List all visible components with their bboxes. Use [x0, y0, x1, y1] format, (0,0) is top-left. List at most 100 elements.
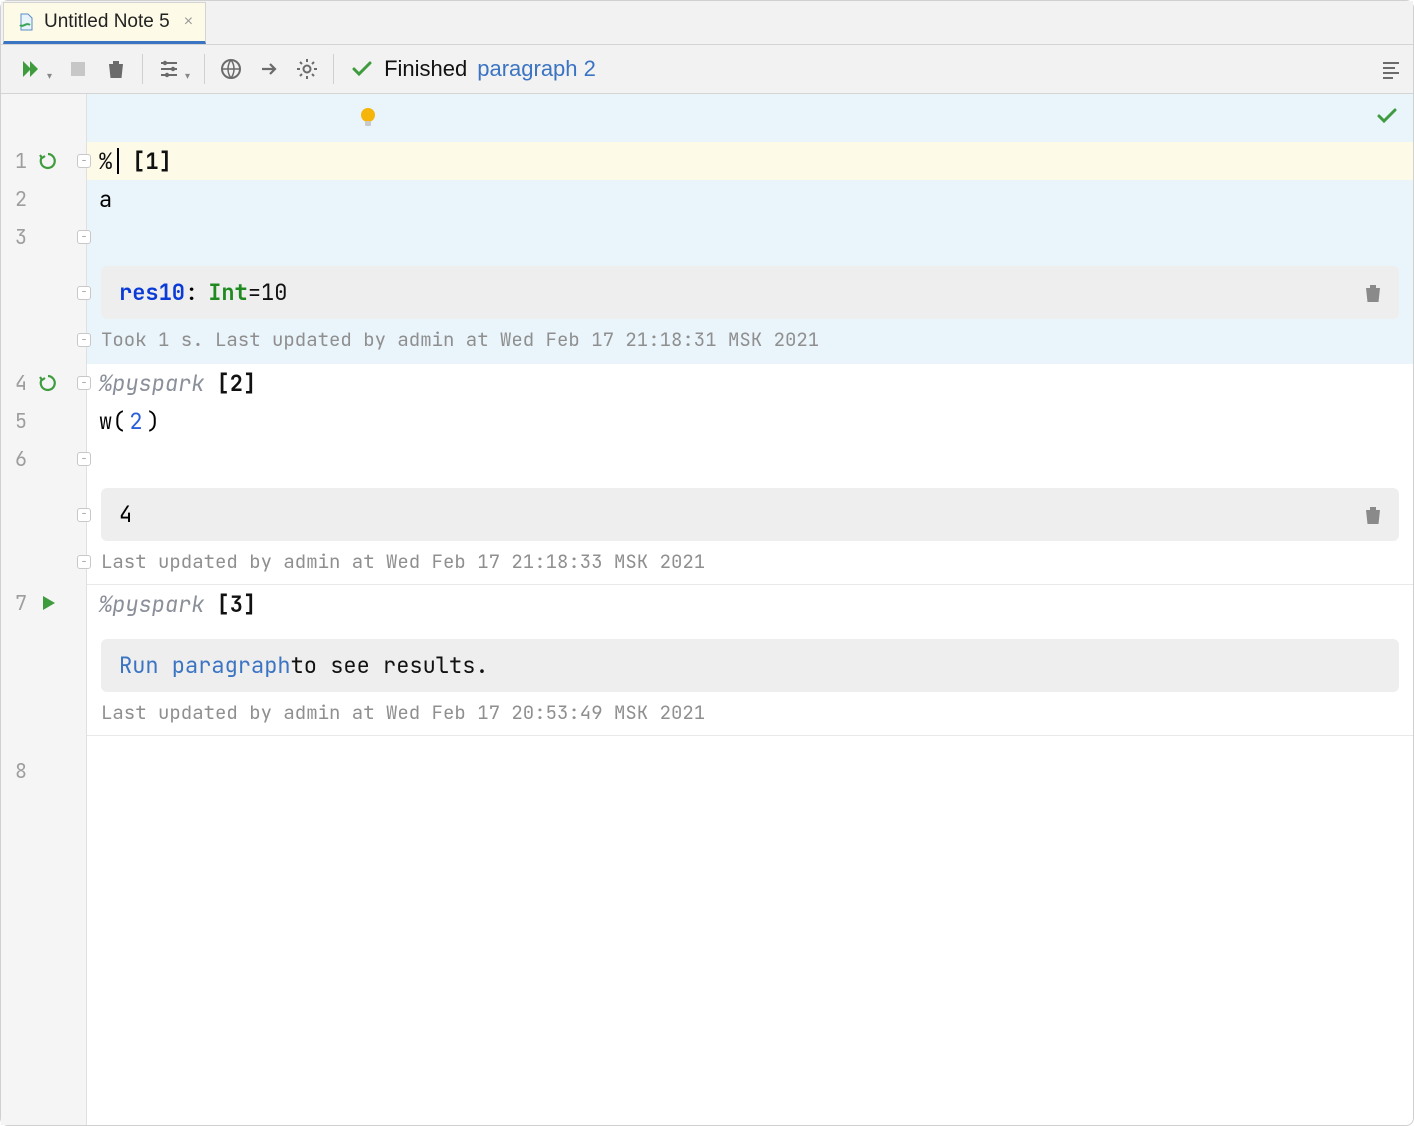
gutter-line-2: 2: [1, 180, 86, 218]
gutter: 1 2 3 4 5 6 7 8: [1, 94, 87, 1125]
code-number-literal: 2: [129, 407, 142, 436]
fold-toggle-icon[interactable]: [77, 333, 91, 347]
output-result-value: 10: [261, 278, 287, 307]
fold-toggle-icon[interactable]: [77, 555, 91, 569]
interp-directive: %pyspark: [99, 369, 205, 398]
toolbar: ▾ ▾ Finished paragraph 2: [1, 45, 1413, 94]
outline-icon[interactable]: [1379, 57, 1403, 81]
arrow-right-icon[interactable]: [257, 57, 281, 81]
note-file-icon: [16, 12, 36, 32]
run-all-icon[interactable]: [19, 57, 43, 81]
code-text: a: [99, 185, 112, 214]
status-paragraph-link[interactable]: paragraph 2: [477, 56, 596, 82]
gutter-line-5: 5: [1, 402, 86, 440]
clear-output-icon[interactable]: [1363, 282, 1383, 304]
line-number: 4: [15, 370, 27, 396]
stop-icon[interactable]: [66, 57, 90, 81]
toolbar-separator: [142, 54, 143, 84]
text-caret: [117, 148, 119, 174]
code-text-prefix: w(: [99, 407, 125, 436]
line-number: 2: [15, 186, 27, 212]
code-line-4[interactable]: %pyspark [2]: [87, 364, 1413, 402]
gutter-spacer: [1, 478, 86, 548]
trash-icon[interactable]: [104, 57, 128, 81]
status-label: Finished: [384, 56, 467, 82]
meta-text: Last updated by admin at Wed Feb 17 20:5…: [101, 700, 705, 725]
code-line-8[interactable]: [87, 735, 1413, 773]
line-number: 5: [15, 408, 27, 434]
close-icon[interactable]: ×: [184, 13, 193, 31]
fold-toggle-icon[interactable]: [77, 286, 91, 300]
cell-index: [2]: [217, 369, 257, 398]
toolbar-separator: [333, 54, 334, 84]
cell-3: %pyspark [3] Run paragraph to see result…: [87, 584, 1413, 735]
executed-indicator-icon: [37, 372, 59, 394]
output-result-name: res10: [119, 278, 185, 307]
fold-toggle-icon[interactable]: [77, 452, 91, 466]
run-paragraph-rest: to see results.: [291, 651, 489, 680]
output-colon: :: [185, 278, 198, 307]
gutter-line-8: 8: [1, 752, 86, 790]
code-line-2[interactable]: a: [87, 180, 1413, 218]
cell-2-meta: Last updated by admin at Wed Feb 17 21:1…: [87, 547, 1413, 584]
gutter-line-7: 7: [1, 584, 86, 622]
analysis-ok-icon: [1375, 104, 1399, 128]
line-number: 7: [15, 590, 27, 616]
cell-1-meta: Took 1 s. Last updated by admin at Wed F…: [87, 325, 1413, 362]
gutter-spacer: [1, 622, 86, 692]
meta-text: Took 1 s. Last updated by admin at Wed F…: [101, 327, 819, 352]
line-number: 3: [15, 224, 27, 250]
gutter-spacer: [1, 94, 86, 142]
code-line-1[interactable]: % [1]: [87, 142, 1413, 180]
code-line-3[interactable]: [87, 218, 1413, 256]
clear-output-icon[interactable]: [1363, 504, 1383, 526]
globe-icon[interactable]: [219, 57, 243, 81]
tab-title: Untitled Note 5: [44, 11, 170, 33]
gutter-line-6: 6: [1, 440, 86, 478]
cell-2-output: 4: [101, 488, 1399, 541]
cell-1: % [1] a res10 : Int = 10: [87, 94, 1413, 364]
run-cell-icon[interactable]: [37, 592, 59, 614]
fold-toggle-icon[interactable]: [77, 154, 91, 168]
fold-toggle-icon[interactable]: [77, 376, 91, 390]
fold-toggle-icon[interactable]: [77, 508, 91, 522]
gutter-spacer: [1, 548, 86, 584]
cell-3-meta: Last updated by admin at Wed Feb 17 20:5…: [87, 698, 1413, 735]
hint-strip: [87, 94, 1413, 142]
code-line-5[interactable]: w(2): [87, 402, 1413, 440]
meta-text: Last updated by admin at Wed Feb 17 21:1…: [101, 549, 705, 574]
filter-settings-icon[interactable]: [157, 57, 181, 81]
tab-untitled-note-5[interactable]: Untitled Note 5 ×: [3, 2, 206, 44]
executed-indicator-icon: [37, 150, 59, 172]
cell-index: [1]: [132, 147, 172, 176]
code-line-7[interactable]: %pyspark [3]: [87, 585, 1413, 623]
output-result-type: Int: [208, 278, 248, 307]
lightbulb-icon[interactable]: [359, 106, 377, 128]
content-area: % [1] a res10 : Int = 10: [87, 94, 1413, 1125]
interp-prefix: %: [99, 147, 112, 176]
status-area: Finished paragraph 2: [340, 56, 596, 82]
gutter-spacer: [1, 326, 86, 364]
run-paragraph-link[interactable]: Run paragraph: [119, 651, 291, 680]
check-icon: [350, 57, 374, 81]
cell-index: [3]: [217, 590, 257, 619]
line-number: 1: [15, 148, 27, 174]
output-value: 4: [119, 500, 132, 529]
gear-icon[interactable]: [295, 57, 319, 81]
gutter-spacer: [1, 256, 86, 326]
editor: 1 2 3 4 5 6 7 8: [1, 94, 1413, 1125]
code-text-suffix: ): [147, 407, 160, 436]
code-line-6[interactable]: [87, 440, 1413, 478]
interp-directive: %pyspark: [99, 590, 205, 619]
gutter-line-1: 1: [1, 142, 86, 180]
dropdown-caret-icon[interactable]: ▾: [47, 71, 52, 82]
dropdown-caret-icon[interactable]: ▾: [185, 71, 190, 82]
toolbar-separator: [204, 54, 205, 84]
tab-bar: Untitled Note 5 ×: [1, 1, 1413, 45]
output-eq: =: [248, 278, 261, 307]
line-number: 6: [15, 446, 27, 472]
gutter-line-4: 4: [1, 364, 86, 402]
line-number: 8: [15, 758, 27, 784]
cell-3-output-placeholder: Run paragraph to see results.: [101, 639, 1399, 692]
fold-toggle-icon[interactable]: [77, 230, 91, 244]
